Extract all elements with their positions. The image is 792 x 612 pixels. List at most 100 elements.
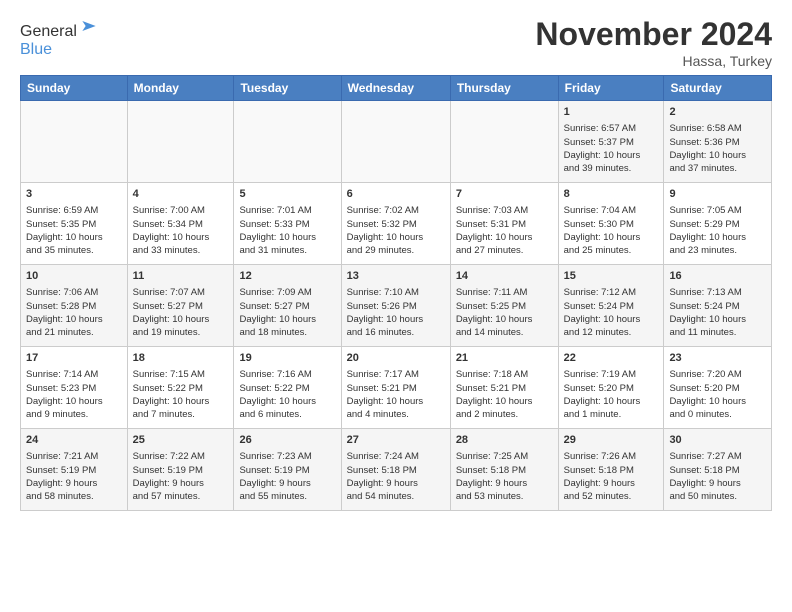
- day-info: Daylight: 9 hours: [564, 477, 659, 490]
- calendar-cell: 16Sunrise: 7:13 AMSunset: 5:24 PMDayligh…: [664, 265, 772, 347]
- day-info: Sunset: 5:24 PM: [564, 300, 659, 313]
- day-info: and 12 minutes.: [564, 326, 659, 339]
- day-info: Sunset: 5:31 PM: [456, 218, 553, 231]
- day-number: 12: [239, 269, 335, 284]
- calendar-cell: 5Sunrise: 7:01 AMSunset: 5:33 PMDaylight…: [234, 183, 341, 265]
- day-number: 22: [564, 351, 659, 366]
- day-info: Sunrise: 7:05 AM: [669, 204, 766, 217]
- day-info: Daylight: 10 hours: [347, 395, 445, 408]
- day-number: 20: [347, 351, 445, 366]
- day-number: 4: [133, 187, 229, 202]
- day-number: 19: [239, 351, 335, 366]
- day-info: and 29 minutes.: [347, 244, 445, 257]
- day-info: Sunset: 5:20 PM: [564, 382, 659, 395]
- day-info: Sunrise: 7:02 AM: [347, 204, 445, 217]
- day-info: Sunset: 5:22 PM: [239, 382, 335, 395]
- day-info: Sunrise: 7:03 AM: [456, 204, 553, 217]
- day-info: Daylight: 10 hours: [456, 231, 553, 244]
- day-info: and 16 minutes.: [347, 326, 445, 339]
- day-number: 6: [347, 187, 445, 202]
- calendar-cell: 26Sunrise: 7:23 AMSunset: 5:19 PMDayligh…: [234, 429, 341, 511]
- calendar-cell: 23Sunrise: 7:20 AMSunset: 5:20 PMDayligh…: [664, 347, 772, 429]
- calendar-cell: 22Sunrise: 7:19 AMSunset: 5:20 PMDayligh…: [558, 347, 664, 429]
- calendar-cell: 19 Sunrise: 7:16 AMSunset: 5:22 PMDayligh…: [234, 347, 341, 429]
- calendar-cell: 10Sunrise: 7:06 AMSunset: 5:28 PMDayligh…: [21, 265, 128, 347]
- day-info: Sunrise: 7:11 AM: [456, 286, 553, 299]
- calendar-cell: 17Sunrise: 7:14 AMSunset: 5:23 PMDayligh…: [21, 347, 128, 429]
- day-number: 26: [239, 433, 335, 448]
- day-info: Sunrise: 7:01 AM: [239, 204, 335, 217]
- day-info: Sunrise: 7:15 AM: [133, 368, 229, 381]
- day-info: and 18 minutes.: [239, 326, 335, 339]
- header: General Blue November 2024 Hassa, Turkey: [20, 16, 772, 69]
- calendar-cell: 15Sunrise: 7:12 AMSunset: 5:24 PMDayligh…: [558, 265, 664, 347]
- day-info: Sunset: 5:23 PM: [26, 382, 122, 395]
- col-header-monday: Monday: [127, 76, 234, 101]
- day-info: Daylight: 9 hours: [239, 477, 335, 490]
- day-info: and 33 minutes.: [133, 244, 229, 257]
- day-number: 10: [26, 269, 122, 284]
- day-info: and 35 minutes.: [26, 244, 122, 257]
- day-info: Daylight: 10 hours: [564, 149, 659, 162]
- calendar-cell: 14Sunrise: 7:11 AMSunset: 5:25 PMDayligh…: [450, 265, 558, 347]
- day-info: Sunset: 5:32 PM: [347, 218, 445, 231]
- col-header-wednesday: Wednesday: [341, 76, 450, 101]
- day-number: 11: [133, 269, 229, 284]
- day-number: 13: [347, 269, 445, 284]
- day-info: Daylight: 10 hours: [347, 231, 445, 244]
- day-number: 27: [347, 433, 445, 448]
- day-info: Daylight: 10 hours: [456, 395, 553, 408]
- day-info: Daylight: 10 hours: [564, 313, 659, 326]
- title-block: November 2024 Hassa, Turkey: [535, 16, 772, 69]
- day-info: Sunrise: 7:25 AM: [456, 450, 553, 463]
- day-info: Sunset: 5:21 PM: [456, 382, 553, 395]
- col-header-tuesday: Tuesday: [234, 76, 341, 101]
- day-info: Sunrise: 7:07 AM: [133, 286, 229, 299]
- day-info: Sunset: 5:30 PM: [564, 218, 659, 231]
- logo: General Blue: [20, 16, 99, 59]
- calendar-cell: 2Sunrise: 6:58 AMSunset: 5:36 PMDaylight…: [664, 101, 772, 183]
- calendar-cell: 24Sunrise: 7:21 AMSunset: 5:19 PMDayligh…: [21, 429, 128, 511]
- calendar-cell: 21Sunrise: 7:18 AMSunset: 5:21 PMDayligh…: [450, 347, 558, 429]
- day-info: Daylight: 9 hours: [456, 477, 553, 490]
- day-info: Sunset: 5:19 PM: [133, 464, 229, 477]
- col-header-thursday: Thursday: [450, 76, 558, 101]
- day-info: Sunset: 5:36 PM: [669, 136, 766, 149]
- calendar-cell: 13Sunrise: 7:10 AMSunset: 5:26 PMDayligh…: [341, 265, 450, 347]
- calendar-cell: 28Sunrise: 7:25 AMSunset: 5:18 PMDayligh…: [450, 429, 558, 511]
- calendar-cell: 12Sunrise: 7:09 AMSunset: 5:27 PMDayligh…: [234, 265, 341, 347]
- day-info: Sunrise: 7:12 AM: [564, 286, 659, 299]
- day-number: 21: [456, 351, 553, 366]
- day-info: Daylight: 9 hours: [347, 477, 445, 490]
- day-info: and 11 minutes.: [669, 326, 766, 339]
- day-info: Daylight: 10 hours: [239, 395, 335, 408]
- logo-general: General: [20, 23, 77, 40]
- day-info: Daylight: 10 hours: [26, 395, 122, 408]
- calendar-cell: [450, 101, 558, 183]
- day-info: and 2 minutes.: [456, 408, 553, 421]
- day-info: and 57 minutes.: [133, 490, 229, 503]
- col-header-saturday: Saturday: [664, 76, 772, 101]
- day-number: 25: [133, 433, 229, 448]
- day-number: 9: [669, 187, 766, 202]
- day-info: and 50 minutes.: [669, 490, 766, 503]
- day-number: 5: [239, 187, 335, 202]
- day-info: Sunset: 5:26 PM: [347, 300, 445, 313]
- day-info: Sunrise: 7:16 AM: [239, 368, 335, 381]
- calendar-cell: 27Sunrise: 7:24 AMSunset: 5:18 PMDayligh…: [341, 429, 450, 511]
- day-number: 2: [669, 105, 766, 120]
- calendar: SundayMondayTuesdayWednesdayThursdayFrid…: [20, 75, 772, 511]
- day-info: Sunrise: 7:10 AM: [347, 286, 445, 299]
- day-info: and 21 minutes.: [26, 326, 122, 339]
- month-title: November 2024: [535, 16, 772, 53]
- day-info: Daylight: 9 hours: [133, 477, 229, 490]
- day-info: Daylight: 10 hours: [564, 231, 659, 244]
- day-info: Sunset: 5:34 PM: [133, 218, 229, 231]
- day-info: Daylight: 10 hours: [669, 149, 766, 162]
- day-info: Sunrise: 6:57 AM: [564, 122, 659, 135]
- day-info: Sunset: 5:18 PM: [669, 464, 766, 477]
- calendar-cell: 18Sunrise: 7:15 AMSunset: 5:22 PMDayligh…: [127, 347, 234, 429]
- day-number: 24: [26, 433, 122, 448]
- calendar-cell: [234, 101, 341, 183]
- day-number: 17: [26, 351, 122, 366]
